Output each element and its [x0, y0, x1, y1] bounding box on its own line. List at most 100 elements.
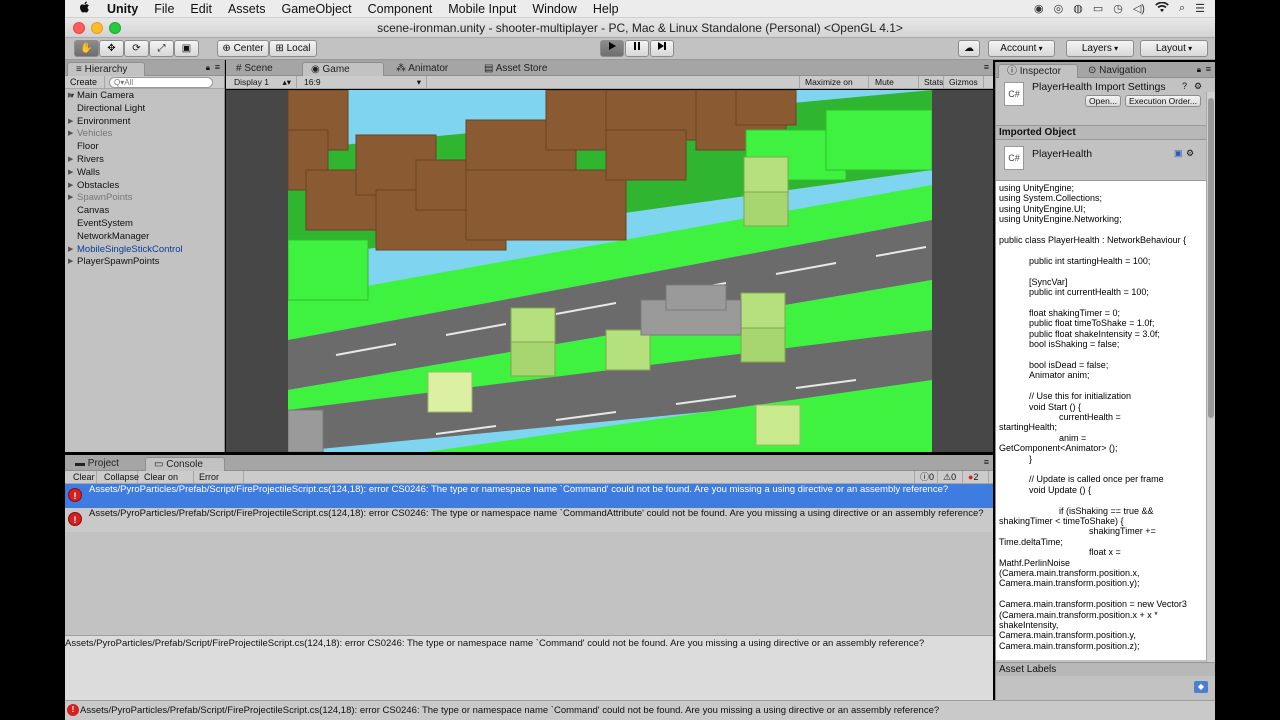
console-entry[interactable]: ! Assets/PyroParticles/Prefab/Script/Fir… [65, 508, 993, 532]
hierarchy-search-input[interactable]: Q▾All [109, 77, 213, 88]
inspector-menu-icon[interactable]: ≡ [1206, 64, 1211, 74]
hierarchy-item[interactable]: ▶ Obstacles [65, 180, 224, 193]
collapse-toggle[interactable]: Collapse [99, 471, 139, 484]
tab-game[interactable]: ◉ Game [302, 62, 384, 76]
space-local-button[interactable]: ⊞ Local [269, 40, 317, 57]
expand-arrow-icon[interactable]: ▶ [68, 154, 73, 167]
tab-project[interactable]: ▬ Project [67, 457, 143, 471]
cc-icon[interactable]: ◎ [1054, 2, 1064, 15]
tab-animator[interactable]: ⁂ Animator [388, 62, 476, 76]
hierarchy-item[interactable]: Directional Light [65, 103, 224, 116]
account-dropdown[interactable]: Account [988, 40, 1055, 57]
display-dropdown[interactable]: Display 1 ▴▾ [229, 76, 297, 89]
menu-help[interactable]: Help [585, 2, 627, 16]
expand-arrow-icon[interactable]: ▶ [68, 167, 73, 180]
expand-arrow-icon[interactable]: ▶ [68, 180, 73, 193]
hierarchy-item[interactable]: ▶ Vehicles [65, 128, 224, 141]
minimize-window-icon[interactable] [91, 22, 103, 34]
lock-icon[interactable]: 🔒︎ [206, 63, 210, 73]
menu-app-name[interactable]: Unity [99, 2, 146, 16]
tab-asset-store[interactable]: ▤ Asset Store [476, 62, 566, 76]
hierarchy-item[interactable]: ▶ Environment [65, 116, 224, 129]
apple-icon[interactable] [65, 1, 99, 17]
expand-arrow-icon[interactable]: ▶ [68, 244, 73, 257]
mute-audio-toggle[interactable]: Mute audio [870, 76, 919, 99]
cloud-button[interactable]: ☁ [958, 40, 980, 57]
menu-gameobject[interactable]: GameObject [273, 2, 359, 16]
scrollbar-thumb[interactable] [1208, 98, 1214, 418]
expand-arrow-icon[interactable]: ▶ [68, 116, 73, 129]
error-pause-toggle[interactable]: Error Pause [194, 471, 244, 494]
layers-dropdown[interactable]: Layers [1066, 40, 1134, 57]
status-bar[interactable]: ! Assets/PyroParticles/Prefab/Script/Fir… [65, 700, 1215, 720]
aspect-dropdown[interactable]: 16:9 ▾ [299, 76, 427, 89]
rotate-tool-icon[interactable]: ⟳ [124, 40, 149, 57]
hierarchy-item[interactable]: ▶ PlayerSpawnPoints [65, 256, 224, 269]
scale-tool-icon[interactable]: ⤢ [149, 40, 174, 57]
tab-hierarchy[interactable]: ≡ Hierarchy [67, 62, 145, 76]
clear-on-play-toggle[interactable]: Clear on Play [139, 471, 194, 494]
search-icon[interactable]: ⌕ [1179, 2, 1185, 15]
console-panel-menu-icon[interactable]: ≡ [984, 457, 989, 467]
gizmos-dropdown[interactable]: Gizmos ▾ [944, 76, 984, 99]
center-panel-menu-icon[interactable]: ≡ [984, 62, 989, 72]
inspector-scrollbar[interactable] [1206, 92, 1215, 662]
expand-arrow-icon[interactable]: ▶ [68, 192, 73, 205]
expand-arrow-icon[interactable]: ▶ [68, 256, 73, 269]
expand-arrow-icon[interactable]: ▶ [68, 128, 73, 141]
tab-inspector[interactable]: ⓘ Inspector [998, 64, 1078, 78]
menu-component[interactable]: Component [360, 2, 441, 16]
hierarchy-item[interactable]: ▶ SpawnPoints [65, 192, 224, 205]
step-button[interactable] [650, 40, 674, 57]
create-dropdown[interactable]: Create [65, 76, 105, 89]
hierarchy-item[interactable]: EventSystem [65, 218, 224, 231]
zoom-window-icon[interactable] [109, 22, 121, 34]
tab-navigation[interactable]: ⊙ Navigation [1080, 64, 1170, 78]
hierarchy-item[interactable]: Floor [65, 141, 224, 154]
menu-window[interactable]: Window [524, 2, 584, 16]
hierarchy-item[interactable]: ▶ Rivers [65, 154, 224, 167]
tab-scene[interactable]: # Scene [228, 62, 300, 76]
book-icon[interactable]: ▣ [1174, 148, 1183, 159]
game-view[interactable] [226, 90, 993, 452]
info-filter-toggle[interactable]: ⓘ0 [914, 471, 938, 484]
console-entry[interactable]: ! Assets/PyroParticles/Prefab/Script/Fir… [65, 484, 993, 508]
expand-arrow-icon[interactable]: ▶ [68, 90, 73, 103]
battery-icon[interactable]: ▭ [1093, 2, 1103, 15]
menu-list-icon[interactable]: ☰ [1195, 2, 1205, 15]
menu-mobile-input[interactable]: Mobile Input [440, 2, 524, 16]
rect-tool-icon[interactable]: ▣ [174, 40, 199, 57]
warning-filter-toggle[interactable]: ⚠0 [938, 471, 963, 484]
hand-tool-icon[interactable]: ✋ [74, 40, 99, 57]
pivot-center-button[interactable]: ⊕ Center [217, 40, 269, 57]
console-detail[interactable]: Assets/PyroParticles/Prefab/Script/FireP… [65, 635, 993, 700]
hierarchy-item[interactable]: NetworkManager [65, 231, 224, 244]
object-settings-gear-icon[interactable]: ⚙ [1186, 148, 1194, 159]
panel-menu-icon[interactable]: ≡ [215, 62, 220, 72]
hierarchy-item[interactable]: ▶ MobileSingleStickControl [65, 244, 224, 257]
layout-dropdown[interactable]: Layout [1140, 40, 1208, 57]
eye-icon[interactable]: ◍ [1073, 2, 1083, 15]
time-machine-icon[interactable]: ◷ [1113, 2, 1123, 15]
tag-icon[interactable]: ◆ [1194, 681, 1208, 693]
record-icon[interactable]: ◉ [1034, 2, 1044, 15]
move-tool-icon[interactable]: ✥ [99, 40, 124, 57]
menu-edit[interactable]: Edit [182, 2, 220, 16]
menu-file[interactable]: File [146, 2, 182, 16]
execution-order-button[interactable]: Execution Order... [1125, 95, 1201, 107]
help-icon[interactable]: ? [1182, 81, 1187, 91]
hierarchy-item[interactable]: ▶ Main Camera [65, 90, 224, 103]
menu-assets[interactable]: Assets [220, 2, 274, 16]
tab-console[interactable]: ▭ Console [145, 457, 225, 471]
maximize-on-play-toggle[interactable]: Maximize on Play [799, 76, 869, 99]
hierarchy-item[interactable]: Canvas [65, 205, 224, 218]
pause-button[interactable] [625, 40, 649, 57]
stats-toggle[interactable]: Stats [919, 76, 944, 89]
volume-icon[interactable]: ◁) [1133, 2, 1145, 15]
close-window-icon[interactable] [73, 22, 85, 34]
wifi-icon[interactable] [1155, 1, 1169, 16]
inspector-lock-icon[interactable]: 🔒︎ [1197, 65, 1201, 75]
error-filter-toggle[interactable]: ●2 [963, 471, 989, 484]
hierarchy-item[interactable]: ▶ Walls [65, 167, 224, 180]
open-button[interactable]: Open... [1085, 95, 1121, 107]
